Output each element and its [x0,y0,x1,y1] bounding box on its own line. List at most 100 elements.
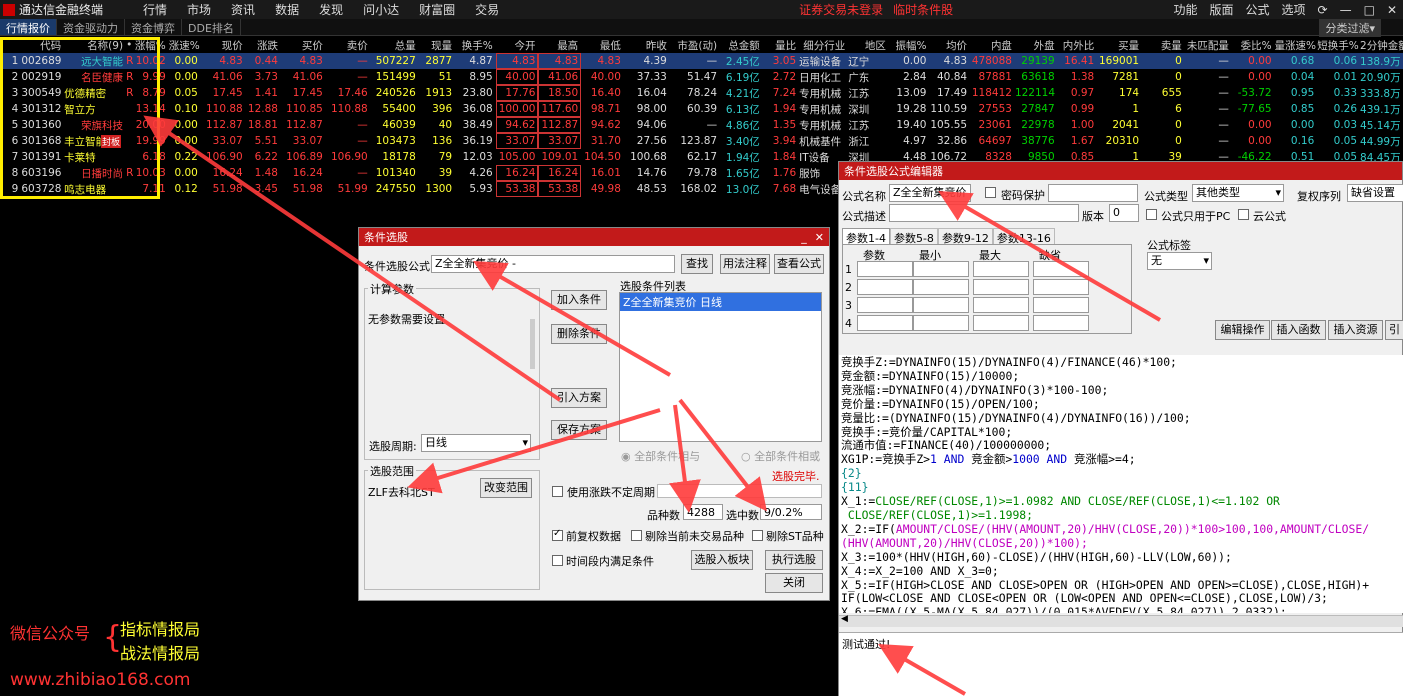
column-header[interactable]: 今开 [495,37,539,53]
column-header[interactable]: 内外比 [1057,37,1098,53]
column-header[interactable]: 卖价 [325,37,371,53]
close-icon[interactable]: ✕ [815,231,824,244]
version-input[interactable]: 0 [1109,204,1139,222]
column-header[interactable]: 卖量 [1142,37,1185,53]
menu-item-layout[interactable]: 版面 [1209,1,1233,18]
column-header[interactable]: 内盘 [970,37,1015,53]
find-button[interactable]: 查找 [681,254,713,274]
column-header[interactable]: 2分钟金额 [1360,37,1403,53]
column-header[interactable]: 现量 [418,37,456,53]
param-input[interactable] [1033,279,1089,295]
add-condition-button[interactable]: 加入条件 [551,290,607,310]
column-header[interactable]: 名称(9) [64,37,127,53]
time-period-checkbox[interactable] [552,555,563,566]
column-header[interactable]: 代码 [21,37,65,53]
remove-untraded-checkbox[interactable] [631,530,642,541]
menu-item-discover[interactable]: 发现 [319,1,343,18]
column-header[interactable]: 涨跌 [245,37,281,53]
param-input[interactable] [913,261,969,277]
table-row[interactable]: 1 002689 远大智能 R 10.02 0.00 4.83 0.44 4.83—507227… [0,53,1403,69]
params-scrollbar[interactable] [530,319,535,369]
column-header[interactable]: 昨收 [623,37,670,53]
column-header[interactable]: 细分行业 [799,37,849,53]
import-scheme-button[interactable]: 引入方案 [551,388,607,408]
param-input[interactable] [1033,261,1089,277]
description-input[interactable] [889,204,1079,222]
pc-only-checkbox[interactable] [1146,209,1157,220]
menu-item-market[interactable]: 市场 [187,1,211,18]
condition-list-item[interactable]: Z全全新集竞价 日线 [620,293,821,311]
menu-item-trade[interactable]: 交易 [475,1,499,18]
column-header[interactable]: 最低 [581,37,624,53]
close-icon[interactable]: ✕ [1387,3,1397,17]
tag-select[interactable]: 无 ▾ [1147,252,1212,270]
tab-quotes[interactable]: 行情报价 [0,19,57,35]
menu-item-quotes[interactable]: 行情 [143,1,167,18]
column-header[interactable]: 均价 [929,37,971,53]
menu-item-data[interactable]: 数据 [275,1,299,18]
refresh-icon[interactable]: ⟳ [1318,3,1328,17]
code-hscrollbar[interactable]: ◀ [839,614,1403,627]
type-select[interactable]: 其他类型 ▾ [1192,184,1284,202]
column-header[interactable]: • [126,37,135,53]
close-button[interactable]: 关闭 [765,573,823,593]
param-input[interactable] [973,279,1029,295]
restore-select[interactable]: 缺省设置 [1347,184,1403,202]
more-button[interactable]: 引 [1385,320,1403,340]
formula-code-editor[interactable]: 竞换手Z:=DYNAINFO(15)/DYNAINFO(4)/FINANCE(4… [839,355,1403,613]
column-header[interactable]: 外盘 [1014,37,1058,53]
table-row[interactable]: 4 301312 智立方 13.14 0.10 110.88 12.88 110.85 110.… [0,101,1403,117]
minimize-icon[interactable]: — [1340,3,1352,17]
column-header[interactable]: 涨速% [168,37,201,53]
login-warning[interactable]: 证券交易未登录 [799,1,883,18]
edit-ops-button[interactable]: 编辑操作 [1215,320,1270,340]
execute-select-button[interactable]: 执行选股 [765,550,823,570]
param-input[interactable] [913,297,969,313]
column-header[interactable]: 量涨速% [1274,37,1318,53]
password-input[interactable] [1048,184,1138,202]
column-header[interactable]: 涨幅% [134,37,169,53]
column-header[interactable]: 现价 [200,37,246,53]
tab-fund-game[interactable]: 资金博弈 [125,19,182,35]
uncertain-period-checkbox[interactable] [552,486,563,497]
tab-fund-drive[interactable]: 资金驱动力 [57,19,125,35]
column-header[interactable]: 委比% [1231,37,1275,53]
column-header[interactable]: 买量 [1097,37,1143,53]
param-input[interactable] [1033,315,1089,331]
menu-item-options[interactable]: 选项 [1282,1,1306,18]
table-row[interactable]: 5 301360 荣旗科技 20.00 0.00 112.87 18.81 112.87 — 46… [0,117,1403,133]
minimize-icon[interactable]: _ [801,231,807,244]
param-input[interactable] [913,279,969,295]
param-input[interactable] [857,261,913,277]
radio-or[interactable]: ○ 全部条件相或 [741,448,820,464]
param-input[interactable] [1033,297,1089,313]
column-header[interactable]: 总金额 [720,37,763,53]
column-header[interactable]: 最高 [538,37,582,53]
param-input[interactable] [973,261,1029,277]
column-header[interactable]: 买价 [280,37,326,53]
condition-list[interactable]: Z全全新集竞价 日线 [619,292,822,442]
column-header[interactable]: 总量 [370,37,419,53]
column-header[interactable]: 振幅% [888,37,930,53]
param-input[interactable] [857,297,913,313]
cloud-checkbox[interactable] [1238,209,1249,220]
tab-dde[interactable]: DDE排名 [182,19,241,35]
radio-and[interactable]: ◉ 全部条件相与 [621,448,700,464]
column-header[interactable]: 市盈(动) [669,37,721,53]
formula-name-input[interactable]: Z全全新集竞价 [889,184,971,202]
delete-condition-button[interactable]: 删除条件 [551,324,607,344]
editor-titlebar[interactable]: 条件选股公式编辑器 [839,162,1402,180]
menu-item-ask[interactable]: 问小达 [363,1,399,18]
menu-item-news[interactable]: 资讯 [231,1,255,18]
column-header[interactable]: 短换手% [1317,37,1361,53]
column-header[interactable]: 换手% [455,37,496,53]
usage-notes-button[interactable]: 用法注释 [720,254,770,274]
view-formula-button[interactable]: 查看公式 [774,254,824,274]
formula-select[interactable]: Z全全新集竞价 - [431,255,675,273]
adjusted-data-checkbox[interactable] [552,528,563,541]
change-range-button[interactable]: 改变范围 [480,478,532,498]
column-header[interactable] [0,37,22,53]
column-header[interactable]: 地区 [848,37,889,53]
menu-item-formula[interactable]: 公式 [1246,1,1270,18]
menu-item-function[interactable]: 功能 [1173,1,1197,18]
